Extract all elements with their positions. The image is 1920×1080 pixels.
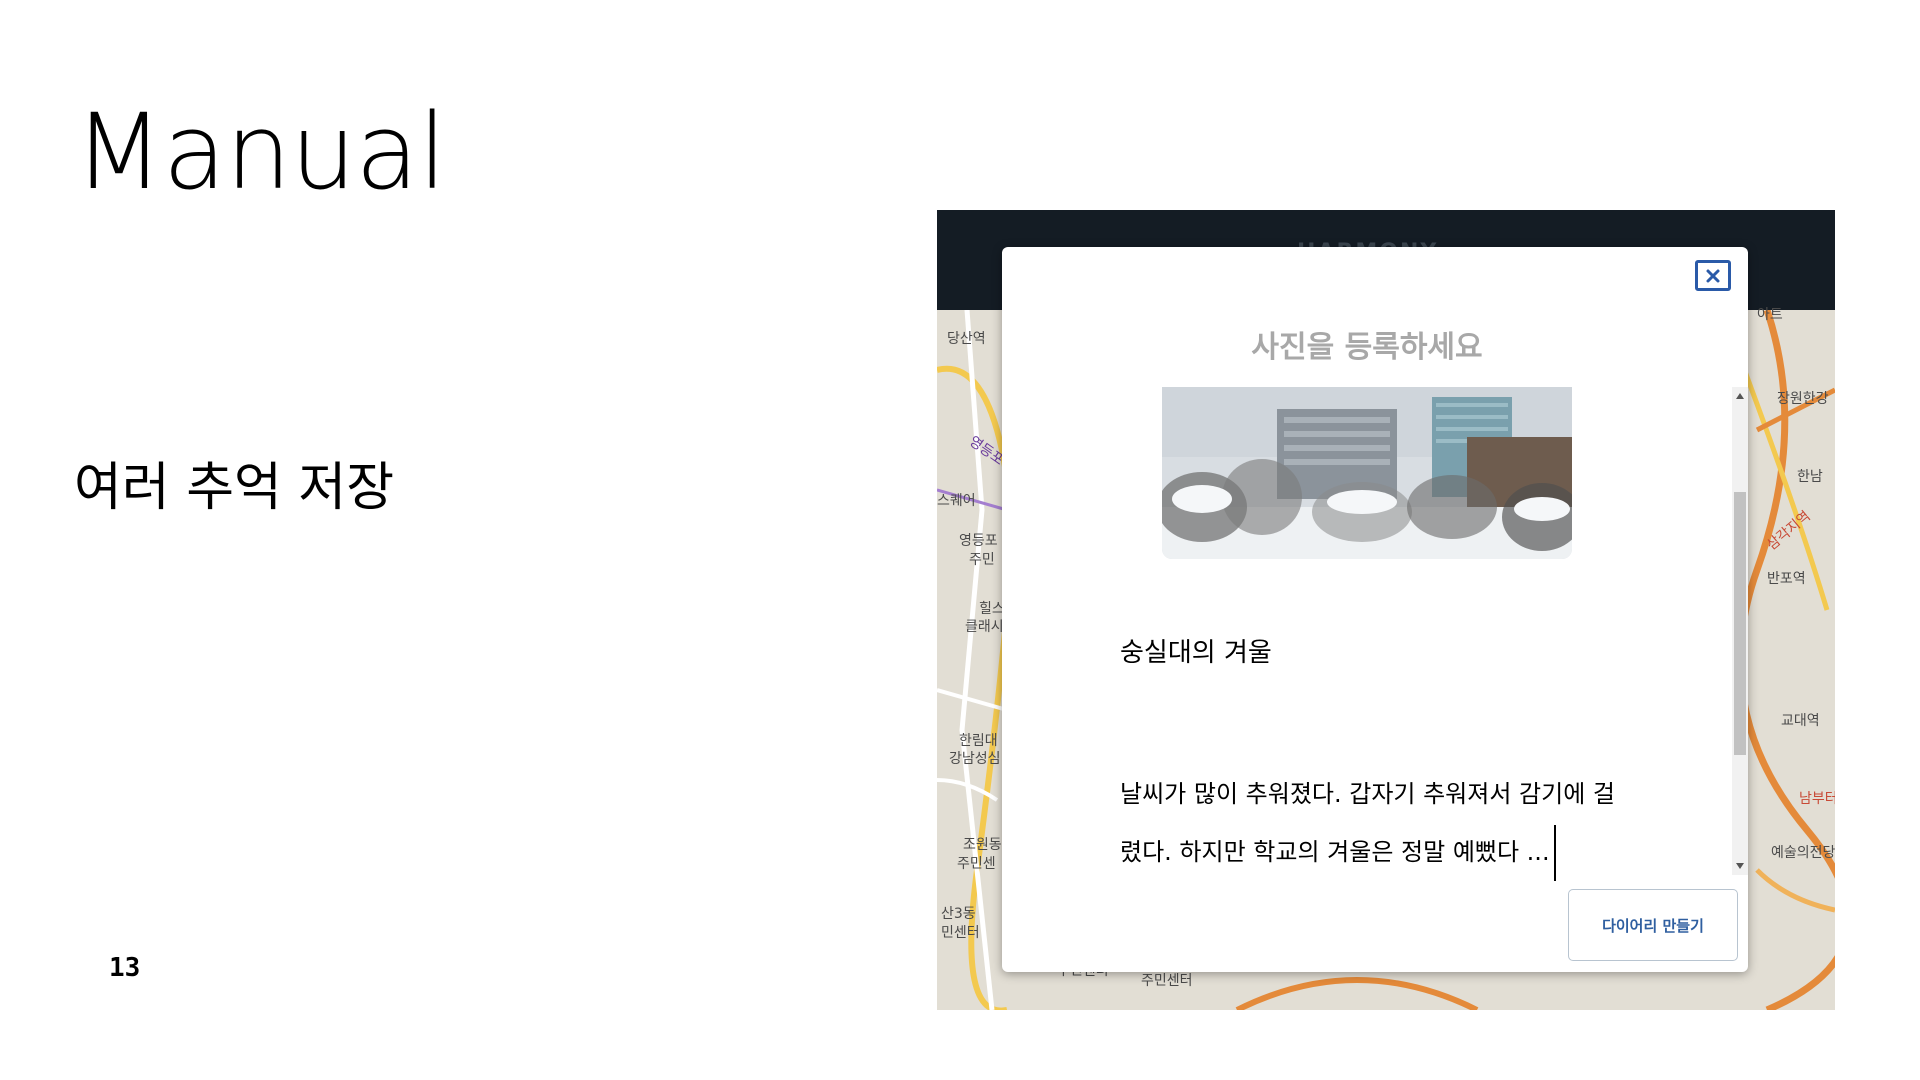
close-button[interactable] <box>1695 260 1731 291</box>
map-label: 강남성심 <box>949 751 1001 767</box>
close-icon <box>1706 269 1720 282</box>
map-label: 조원동 <box>963 837 1002 853</box>
diary-body-textarea[interactable]: 날씨가 많이 추워졌다. 갑자기 추워져서 감기에 걸렸다. 하지만 학교의 겨… <box>1120 765 1630 881</box>
map-label: 주민 <box>969 552 995 568</box>
map-label: 클래시 <box>965 619 1004 635</box>
slide-subtitle: 여러 추억 저장 <box>74 458 395 518</box>
map-label: 주민센 <box>957 856 996 872</box>
map-label: 영등포 <box>959 533 998 549</box>
winter-campus-image <box>1162 387 1572 559</box>
map-label: 반포역 <box>1767 571 1806 587</box>
map-label: 한남 <box>1797 469 1823 485</box>
uploaded-photo[interactable] <box>1162 387 1572 559</box>
diary-body-text: 날씨가 많이 추워졌다. 갑자기 추워져서 감기에 걸렸다. 하지만 학교의 겨… <box>1120 780 1616 866</box>
slide-title: Manual <box>74 91 447 213</box>
text-caret <box>1553 825 1556 881</box>
map-label: 산3동 <box>941 906 976 922</box>
map-label: 한림대 <box>959 733 998 749</box>
map-label: 민센터 <box>941 925 980 941</box>
create-diary-button[interactable]: 다이어리 만들기 <box>1568 889 1738 961</box>
diary-modal: 사진을 등록하세요 숭실대의 겨울 날씨가 많이 추워졌다. 갑자기 추워져서 … <box>1002 247 1748 972</box>
map-label: 남부터미널 <box>1799 791 1835 807</box>
photo-upload-heading[interactable]: 사진을 등록하세요 <box>1002 322 1732 366</box>
diary-title-input[interactable]: 숭실대의 겨울 <box>1120 632 1272 669</box>
map-label: 아트 <box>1757 307 1783 323</box>
content-scrollbar[interactable] <box>1732 387 1748 875</box>
scroll-thumb[interactable] <box>1734 492 1746 755</box>
map-label: 예술의전당 <box>1771 845 1835 861</box>
map-label: 장원한강 <box>1777 391 1829 407</box>
map-label: 교대역 <box>1781 713 1820 729</box>
scroll-up-icon[interactable] <box>1736 393 1744 399</box>
map-label: 힐스 <box>979 601 1005 617</box>
map-label: 주민센터 <box>1141 973 1193 989</box>
map-label: 스퀘어 <box>937 493 976 509</box>
map-label: 당산역 <box>947 331 986 347</box>
scroll-down-icon[interactable] <box>1736 863 1744 869</box>
page-number: 13 <box>109 953 141 983</box>
